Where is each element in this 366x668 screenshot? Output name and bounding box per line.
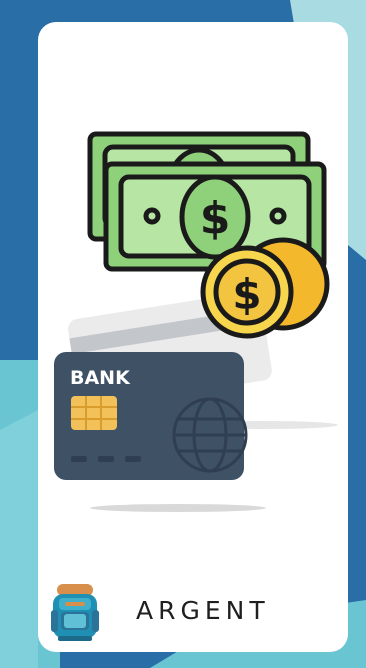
bank-card-label: BANK (70, 367, 131, 389)
money-and-bank-card-icon: $ $ BANK (54, 131, 338, 512)
coin-dollar-symbol: $ (232, 270, 261, 319)
brand-name: ARGENT (136, 596, 270, 625)
main-card: $ $ BANK ARGENT (38, 22, 348, 652)
backpack-icon (51, 584, 99, 641)
brand-footer: ARGENT (38, 578, 348, 648)
bill-dollar-symbol: $ (200, 193, 231, 244)
